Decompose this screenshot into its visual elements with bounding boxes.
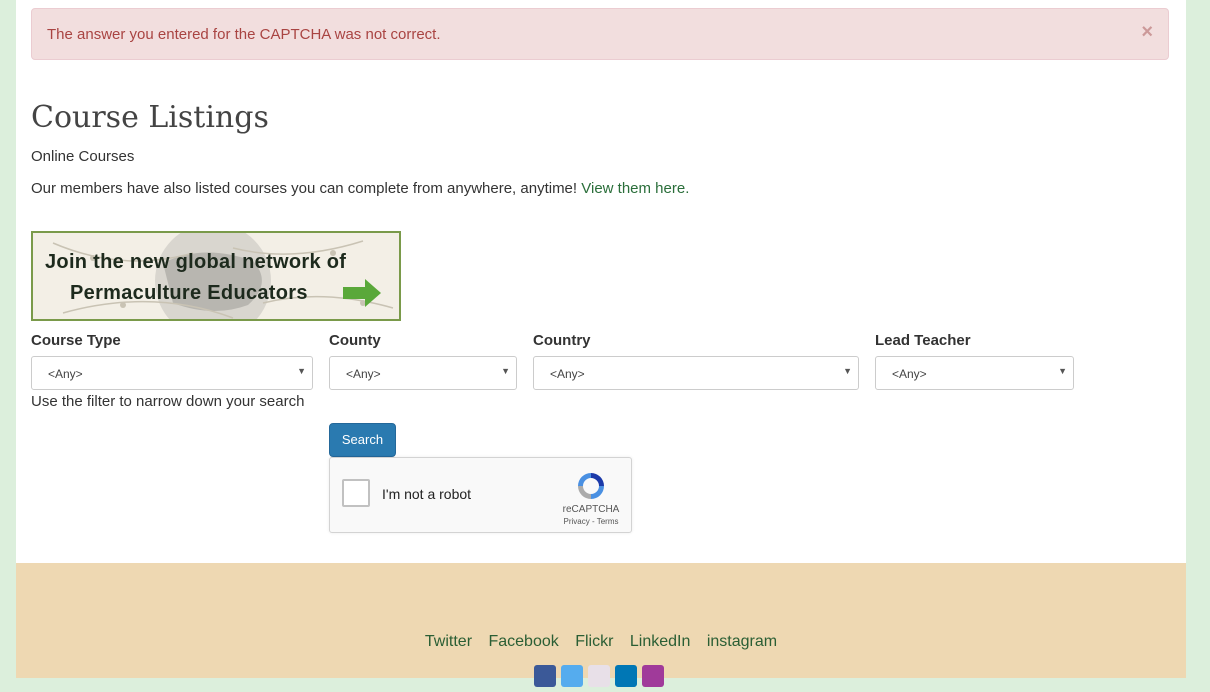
chevron-down-icon: ▼	[1058, 366, 1067, 376]
arrow-right-icon	[343, 279, 381, 307]
lead-teacher-select[interactable]: <Any> ▼	[875, 356, 1074, 390]
captcha-checkbox[interactable]	[342, 479, 370, 507]
globe-network-graphic	[52, 233, 394, 319]
facebook-link[interactable]: Facebook	[488, 633, 558, 650]
recaptcha-logo-icon	[578, 473, 604, 499]
county-label: County	[329, 332, 381, 349]
footer-links: Twitter Facebook Flickr LinkedIn instagr…	[16, 633, 1186, 651]
description-text: Our members have also listed courses you…	[31, 180, 582, 197]
recaptcha-widget: I'm not a robot reCAPTCHA Privacy - Term…	[329, 457, 632, 533]
facebook-icon[interactable]	[534, 665, 556, 687]
online-courses-description: Our members have also listed courses you…	[31, 180, 689, 197]
county-value: <Any>	[346, 367, 381, 381]
lead-teacher-label: Lead Teacher	[875, 332, 971, 349]
course-type-label: Course Type	[31, 332, 121, 349]
captcha-brand: reCAPTCHA	[562, 504, 620, 515]
chevron-down-icon: ▼	[297, 366, 306, 376]
social-icons	[534, 665, 669, 692]
course-type-value: <Any>	[48, 367, 83, 381]
country-value: <Any>	[550, 367, 585, 381]
chevron-down-icon: ▼	[501, 366, 510, 376]
error-alert: The answer you entered for the CAPTCHA w…	[31, 8, 1169, 60]
online-courses-subtitle: Online Courses	[31, 148, 135, 165]
alert-message: The answer you entered for the CAPTCHA w…	[47, 26, 441, 43]
linkedin-icon[interactable]	[615, 665, 637, 687]
lead-teacher-value: <Any>	[892, 367, 927, 381]
twitter-icon[interactable]	[561, 665, 583, 687]
instagram-link[interactable]: instagram	[707, 633, 777, 650]
banner-line-2: Permaculture Educators	[70, 282, 308, 304]
country-label: Country	[533, 332, 591, 349]
captcha-label: I'm not a robot	[382, 486, 472, 502]
educators-network-banner[interactable]: Join the new global network of Permacult…	[31, 231, 401, 321]
instagram-icon[interactable]	[642, 665, 664, 687]
banner-line-1: Join the new global network of	[45, 251, 347, 273]
twitter-link[interactable]: Twitter	[425, 633, 472, 650]
page-title: Course Listings	[31, 100, 269, 135]
linkedin-link[interactable]: LinkedIn	[630, 633, 691, 650]
footer: Twitter Facebook Flickr LinkedIn instagr…	[16, 563, 1186, 687]
captcha-privacy-terms[interactable]: Privacy - Terms	[546, 517, 636, 526]
flickr-link[interactable]: Flickr	[575, 633, 613, 650]
filter-help-text: Use the filter to narrow down your searc…	[31, 393, 305, 410]
view-them-here-link[interactable]: View them here.	[581, 180, 689, 197]
chevron-down-icon: ▼	[843, 366, 852, 376]
country-select[interactable]: <Any> ▼	[533, 356, 859, 390]
flickr-icon[interactable]	[588, 665, 610, 687]
county-select[interactable]: <Any> ▼	[329, 356, 517, 390]
close-icon[interactable]: ×	[1141, 22, 1153, 42]
course-type-select[interactable]: <Any> ▼	[31, 356, 313, 390]
search-button[interactable]: Search	[329, 423, 396, 457]
